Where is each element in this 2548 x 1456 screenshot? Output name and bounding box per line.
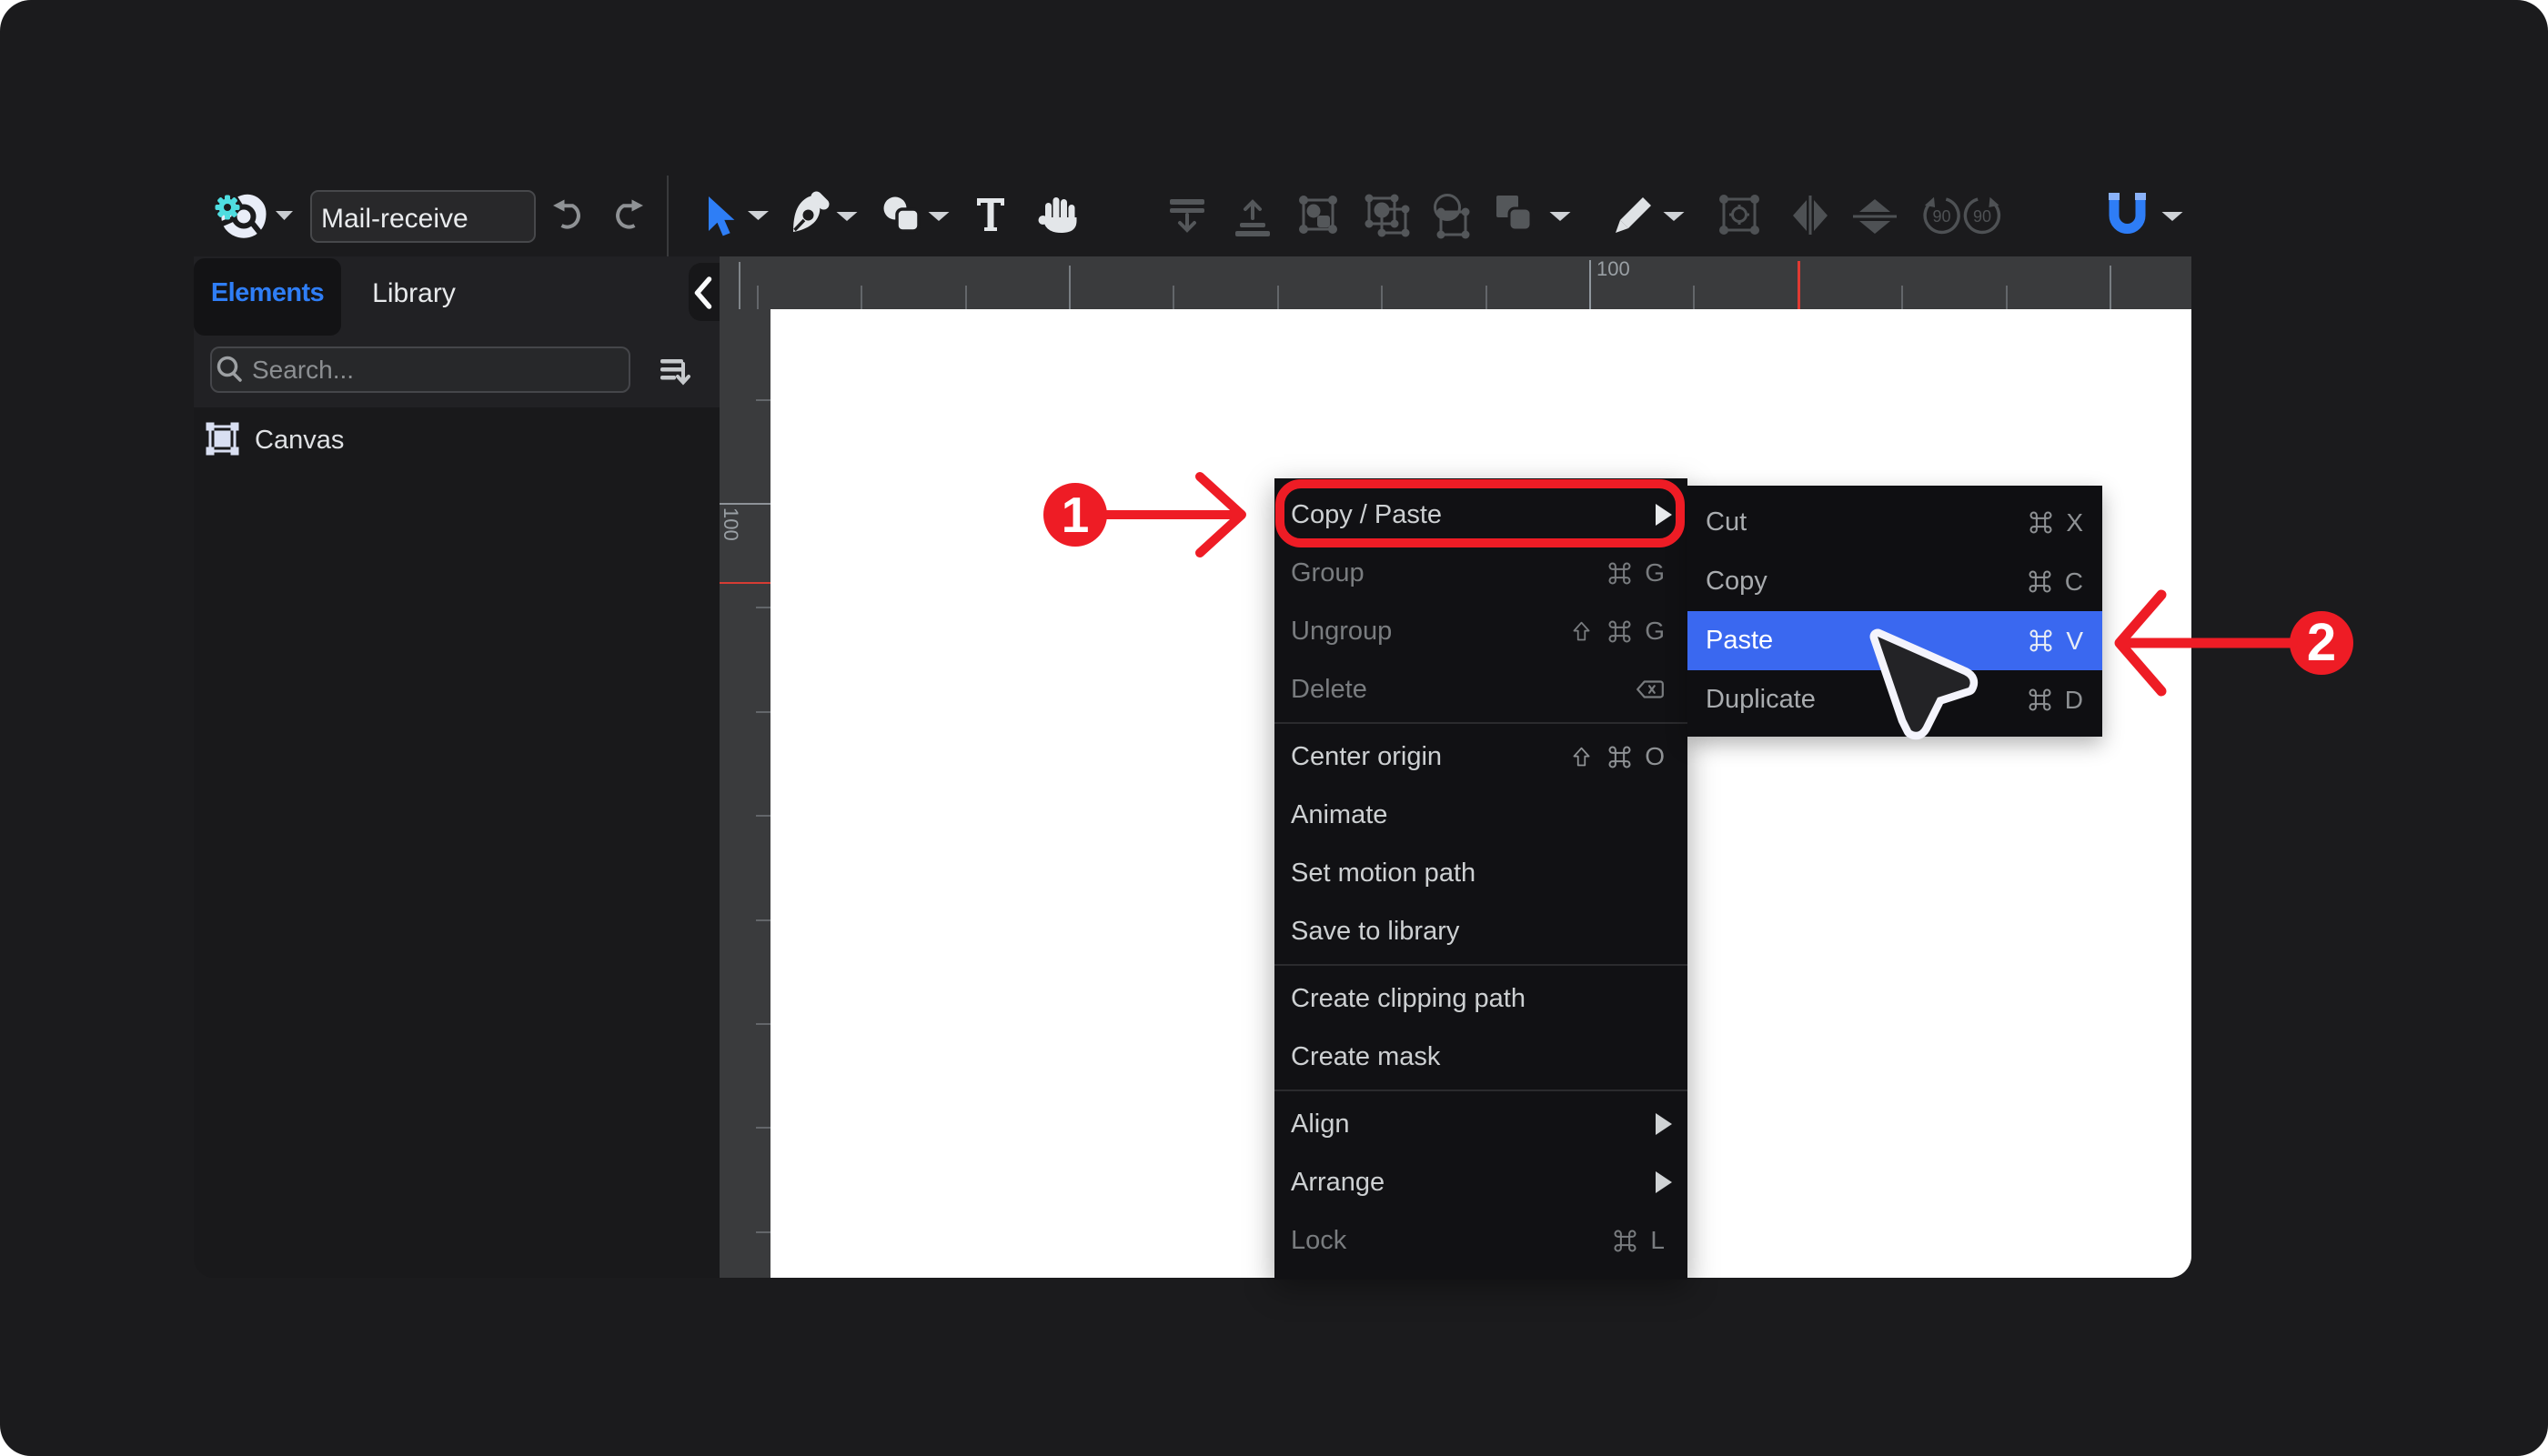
svg-text:90: 90 (1932, 207, 1950, 226)
svg-text:90: 90 (1973, 207, 1991, 226)
